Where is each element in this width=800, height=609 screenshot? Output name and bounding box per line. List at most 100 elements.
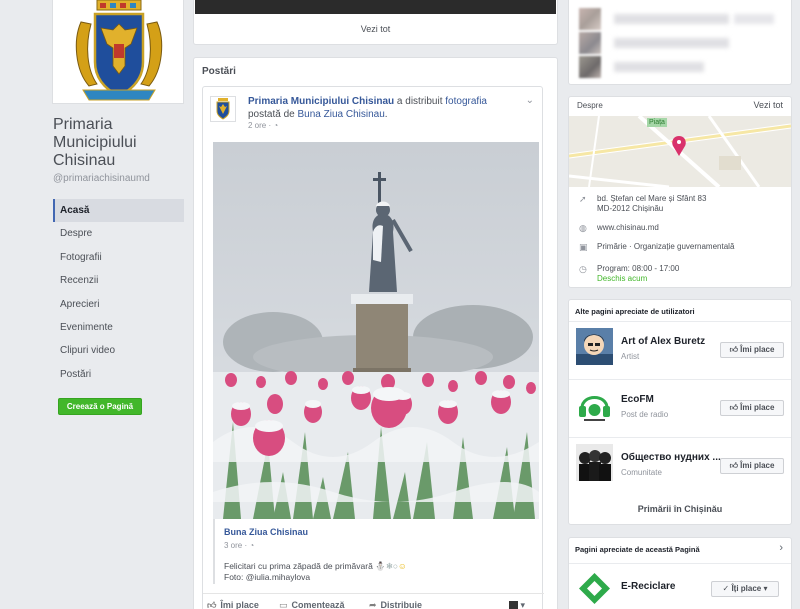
map-street-label: Piața [649,119,665,126]
liked-pages-title: Alte pagini apreciate de utilizatori [575,307,695,316]
related-pages-card: Pagini apreciate de această Pagină › E-R… [568,537,792,609]
address-line2: MD-2012 Chișinău [597,204,664,213]
liked-page-name[interactable]: Art of Alex Buretz [621,336,721,347]
post-time-text: 2 ore [248,121,267,130]
post-author-avatar[interactable] [210,96,236,122]
shared-post-attachment: Buna Ziua Chisinau 3 ore · ◔ Felicitari … [213,519,539,584]
related-page-item[interactable]: E-Reciclare ✓ Îți place ▾ [569,563,791,609]
map-graphic [569,116,791,187]
like-page-button-label: Îmi place [740,345,775,354]
related-page-name[interactable]: E-Reciclare [621,581,675,592]
blurred-row [579,8,779,30]
chevron-right-icon[interactable]: › [779,542,783,554]
chevron-down-icon: ▾ [763,584,768,593]
like-action[interactable]: 👍︎ Îmi place [207,600,259,609]
directions-arrow-icon: ➚ [579,194,587,204]
page-profile-picture[interactable] [52,0,184,104]
liked-page-item[interactable]: EcoFM Post de radio 👍︎ Îmi place [569,379,791,436]
like-page-button[interactable]: 👍︎ Îmi place [720,400,784,416]
primarii-link[interactable]: Primării în Chișinău [569,504,791,514]
video-thumbnail[interactable] [195,0,556,14]
comment-action-label: Comentează [291,600,345,609]
nav-item-acasa[interactable]: Acasă [53,199,184,223]
thumbs-up-icon: 👍︎ [729,461,738,470]
liked-page-category: Post de radio [621,410,669,419]
like-page-button[interactable]: 👍︎ Îmi place [720,458,784,474]
chevron-down-icon[interactable]: ⌄ [526,95,534,106]
recycle-logo-icon [576,570,613,607]
category-text[interactable]: Primărie · Organizație guvernamentală [597,242,787,252]
post-timestamp[interactable]: 2 ore · ◔ [248,121,278,130]
related-page-thumbnail[interactable] [576,570,613,607]
page-title[interactable]: Primaria Municipiului Chisinau [53,116,188,170]
emoji-icons: ⛄❄○ [375,561,399,571]
shared-post-time-text: 3 ore [224,541,243,550]
share-action[interactable]: ➦ Distribuie [369,600,422,609]
location-map[interactable]: Piața [569,116,791,187]
liked-page-name[interactable]: EcoFM [621,394,721,405]
thumbs-up-icon: 👍︎ [207,600,217,609]
post-shared-from-link[interactable]: Buna Ziua Chisinau [298,109,385,120]
blurred-friends-card [568,0,792,85]
post-verb-suffix: postată de [248,109,295,120]
liked-pages-card: Alte pagini apreciate de utilizatori Art… [568,299,792,525]
thumbs-up-icon: 👍︎ [729,345,738,354]
about-see-all-link[interactable]: Vezi tot [753,100,783,110]
nav-item-evenimente[interactable]: Evenimente [53,316,184,339]
liked-page-item[interactable]: Art of Alex Buretz Artist 👍︎ Îmi place [569,321,791,378]
liked-page-category: Comunitate [621,468,662,477]
liked-page-thumbnail[interactable] [576,328,613,365]
building-icon: ▣ [579,242,588,252]
shared-post-text: Felicitari cu prima zăpadă de primăvară … [224,561,407,583]
website-link[interactable]: www.chisinau.md [597,223,787,233]
nav-item-despre[interactable]: Despre [53,222,184,245]
liked-page-thumbnail[interactable] [576,386,613,423]
page-handle[interactable]: @primariachisinaumd [53,173,150,184]
post-as-selector[interactable]: ▾ [509,600,525,609]
post-photo-link[interactable]: fotografia [445,96,487,107]
shared-post-text-line2: Foto: @iulia.mihaylova [224,572,311,582]
shared-post-timestamp[interactable]: 3 ore · ◔ [224,541,254,550]
post-author-link[interactable]: Primaria Municipiului Chisinau [248,96,394,107]
checkmark-icon: ✓ [722,584,730,593]
globe-icon: ◔ [273,121,279,130]
liked-dropdown-button[interactable]: ✓ Îți place ▾ [711,581,779,597]
address-line1: bd. Ștefan cel Mare și Sfânt 83 [597,194,707,203]
smile-emoji-icon: ☺ [398,561,407,571]
posts-card: Postări Primaria Municipiului Chisinau a… [193,57,558,609]
snow-statue-photo [213,142,539,519]
liked-page-thumbnail[interactable] [576,444,613,481]
like-page-button[interactable]: 👍︎ Îmi place [720,342,784,358]
like-action-label: Îmi place [220,600,259,609]
comment-icon: ▭ [279,600,288,609]
share-arrow-icon: ➦ [369,600,377,609]
blurred-row [579,32,779,54]
blurred-row [579,56,779,78]
liked-page-item[interactable]: Общество нудних ... Comunitate 👍︎ Îmi pl… [569,437,791,494]
headphones-logo-icon [576,386,613,423]
nav-item-fotografii[interactable]: Fotografii [53,246,184,269]
nav-item-aprecieri[interactable]: Aprecieri [53,293,184,316]
comment-action[interactable]: ▭ Comentează [279,600,345,609]
feed-post: Primaria Municipiului Chisinau a distrib… [202,86,544,609]
videos-see-all-link[interactable]: Vezi tot [194,24,557,34]
create-page-button[interactable]: Creează o Pagină [58,398,142,415]
shared-post-text-line1: Felicitari cu prima zăpadă de primăvară [224,561,373,571]
share-action-label: Distribuie [380,600,423,609]
liked-dropdown-label: Îți place [731,584,762,593]
about-card: Despre Vezi tot Piața ➚ bd. Ștefan cel M… [568,96,792,288]
post-verb: a distribuit [396,96,443,107]
liked-page-name[interactable]: Общество нудних ... [621,452,721,463]
nav-item-clipuri-video[interactable]: Clipuri video [53,339,184,362]
group-photo-icon [576,444,613,481]
like-page-button-label: Îmi place [740,461,775,470]
videos-card: Vezi tot [193,0,558,45]
nav-item-recenzii[interactable]: Recenzii [53,269,184,292]
coat-of-arms-small-icon [216,98,230,120]
related-pages-title: Pagini apreciate de această Pagină [575,545,700,554]
nav-item-postari[interactable]: Postări [53,363,184,386]
shared-post-author-link[interactable]: Buna Ziua Chisinau [224,527,308,537]
post-photo[interactable] [213,142,539,519]
open-status: Deschis acum [597,274,648,283]
post-period: . [384,109,388,120]
